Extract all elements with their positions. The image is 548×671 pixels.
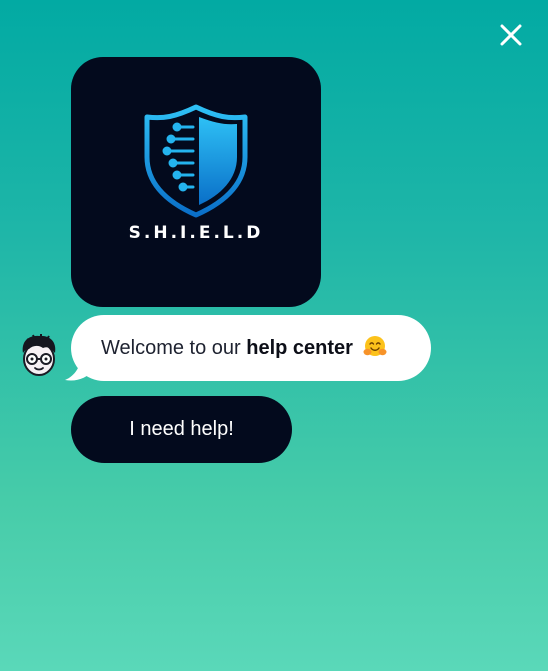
welcome-message-prefix: Welcome to our (101, 337, 247, 359)
bot-avatar (19, 333, 59, 377)
cartoon-face-with-glasses-icon (22, 334, 56, 376)
welcome-message: Welcome to our help center (101, 315, 387, 381)
welcome-message-bubble: Welcome to our help center (71, 315, 431, 381)
shield-circuit-icon (144, 104, 248, 218)
brand-name: S.H.I.E.L.D (128, 223, 264, 243)
brand-logo-card: S.H.I.E.L.D (71, 57, 321, 307)
close-icon (500, 24, 522, 46)
close-button[interactable] (496, 20, 526, 50)
need-help-button[interactable]: I need help! (71, 396, 292, 463)
hugging-face-emoji (363, 335, 387, 356)
welcome-message-highlight: help center (246, 337, 353, 359)
